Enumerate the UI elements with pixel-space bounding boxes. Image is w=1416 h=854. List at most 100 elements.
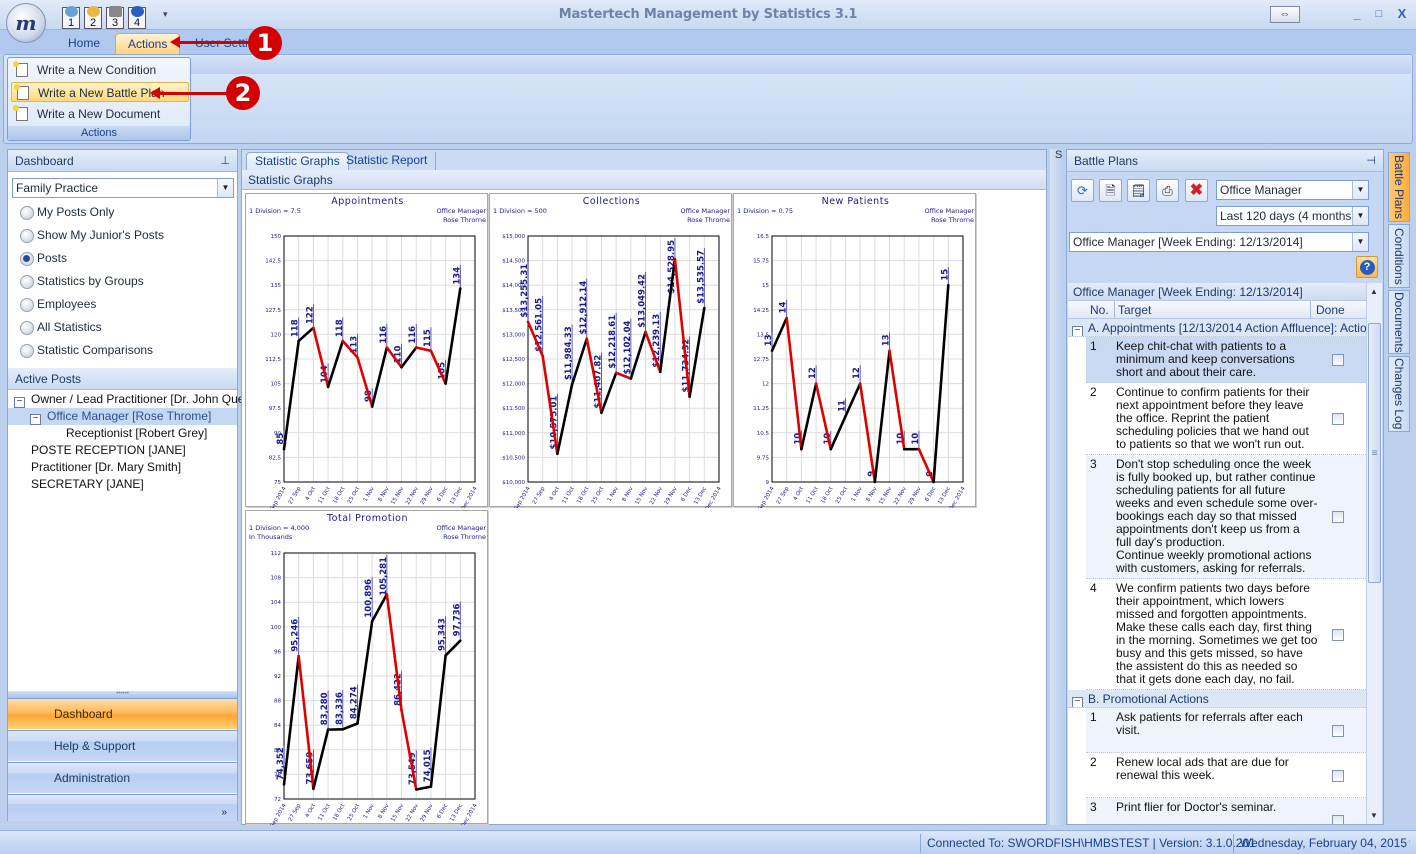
task-target: We confirm patients two days before thei… [1116,581,1318,686]
new-plan-button[interactable]: 🗎 [1099,179,1122,202]
group-row[interactable]: − B. Promotional Actions [1068,690,1366,708]
y-tick-label: 112.5 [265,357,281,363]
collapse-icon[interactable]: − [1072,697,1083,707]
task-row[interactable]: 3 Print flier for Doctor's seminar. [1086,798,1366,824]
task-row[interactable]: 1 Ask patients for referrals after each v… [1086,708,1366,753]
pin-icon[interactable]: ⊥ [220,150,230,172]
done-checkbox[interactable] [1332,769,1344,782]
active-posts-tree: − Owner / Lead Practitioner [Dr. John Que… [8,391,248,493]
minimize-button[interactable]: _ [1349,6,1365,22]
nav-more-icon[interactable]: » [221,808,227,818]
x-tick-label: 11 Oct [561,485,576,505]
done-checkbox[interactable] [1332,511,1344,523]
practice-select[interactable]: Family Practice ▼ [12,178,234,198]
radio-show-my-junior-s-posts[interactable]: Show My Junior's Posts [20,226,164,244]
app-menu-button[interactable]: m [6,3,46,43]
x-tick-label: 1 Nov [607,485,621,502]
scrollbar-thumb[interactable]: ≡ [1368,323,1381,583]
collapse-icon[interactable]: − [1072,326,1083,336]
grid-scrollbar[interactable]: ▲ ≡ ▼ [1366,283,1382,824]
dashboard-header: Dashboard ⊥ [8,150,237,172]
series-segment [629,330,647,380]
range-select[interactable]: Last 120 days (4 months) ▼ [1216,206,1369,226]
done-checkbox[interactable] [1332,814,1344,824]
nav-dashboard[interactable]: Dashboard [8,698,237,729]
pin-icon[interactable]: ⊣ [1366,150,1376,172]
radio-statistics-by-groups[interactable]: Statistics by Groups [20,272,144,290]
division-label: 1 Division = 4,000 [249,524,309,532]
scroll-down-icon[interactable]: ▼ [1370,811,1378,820]
chart-appointments[interactable]: Appointments 1 Division = 7.5 Office Manag… [245,193,488,508]
collapse-icon[interactable]: − [30,414,41,425]
chevron-down-icon[interactable]: ▼ [1352,233,1368,251]
post-select[interactable]: Office Manager ▼ [1216,180,1369,200]
done-checkbox[interactable] [1332,354,1344,366]
task-row[interactable]: 3 Don't stop scheduling once the week is … [1086,455,1366,579]
done-checkbox[interactable] [1332,628,1344,641]
chevron-down-icon[interactable]: ▼ [217,179,233,197]
delete-button[interactable]: ✖ [1185,179,1208,202]
y-tick-label: $12,500 [502,357,525,363]
side-tab-battle-plans[interactable]: Battle Plans [1388,152,1410,222]
tree-item[interactable]: SECRETARY [JANE] [8,476,237,493]
write-condition-formula-button[interactable]: Write a New Condition Formula [11,60,189,97]
task-number: 2 [1090,755,1097,769]
write-document-button[interactable]: Write a New Document [11,104,189,124]
column-done[interactable]: Done [1310,301,1345,319]
series-segment [341,722,359,731]
chart-total-promotion[interactable]: Total Promotion 1 Division = 4,000 In Thou… [245,510,488,825]
chart-new-patients[interactable]: New Patients 1 Division = 0.75 Office Mana… [733,193,976,508]
resize-grip-icon[interactable]: ⋰ [1402,839,1411,850]
collapse-icon[interactable]: − [14,397,25,408]
tree-item[interactable]: − Office Manager [Rose Throme] [8,408,237,425]
x-tick-label: 8 Nov [621,485,635,502]
y-tick-label: 88 [274,699,281,705]
tree-item[interactable]: Practitioner [Dr. Mary Smith] [8,459,237,476]
radio-all-statistics[interactable]: All Statistics [20,318,102,336]
radio-employees[interactable]: Employees [20,295,96,313]
nav-splitter[interactable]: •••••• [8,691,237,698]
task-row[interactable]: 1 Keep chit-chat with patients to a minim… [1086,337,1366,383]
side-tab-documents[interactable]: Documents [1388,290,1410,354]
statistics-pane: Statistic Graphs Statistic Report Statis… [241,149,1047,825]
series-segment [444,639,462,657]
help-button[interactable]: ? [1356,256,1378,278]
radio-statistic-comparisons[interactable]: Statistic Comparisons [20,341,153,359]
data-label: 118 [335,319,345,337]
column-target[interactable]: Target [1118,301,1151,319]
nav-help-support[interactable]: Help & Support [8,730,237,761]
print-button[interactable]: ⎙ [1156,179,1179,202]
done-checkbox[interactable] [1332,724,1344,737]
chevron-down-icon[interactable]: ▼ [1352,207,1368,225]
tree-item[interactable]: POSTE RECEPTION [JANE] [8,442,237,459]
tree-item[interactable]: Receptionist [Robert Grey] [8,425,237,442]
task-row[interactable]: 2 Continue to confirm patients for their … [1086,383,1366,455]
tab-statistic-graphs[interactable]: Statistic Graphs [246,152,349,170]
radio-my-posts-only[interactable]: My Posts Only [20,203,114,221]
scroll-up-icon[interactable]: ▲ [1370,287,1378,296]
edit-plan-button[interactable]: 🗒 [1127,179,1150,202]
tab-statistic-report[interactable]: Statistic Report [338,152,437,170]
task-row[interactable]: 4 We confirm patients two days before the… [1086,579,1366,690]
pane-splitter[interactable] [1050,149,1064,825]
nav-administration[interactable]: Administration [8,762,237,793]
data-label: $13,255.31 [520,264,530,318]
column-no[interactable]: No. [1090,301,1115,319]
task-row[interactable]: 2 Renew local ads that are due for renewa… [1086,753,1366,798]
tree-item[interactable]: − Owner / Lead Practitioner [Dr. John Que… [8,391,248,408]
refresh-button[interactable]: ⟳ [1071,179,1094,202]
maximize-button[interactable]: □ [1371,6,1387,22]
chart-collections[interactable]: Collections 1 Division = 500 Office Manage… [489,193,732,508]
owner-post: Office Manager [924,207,974,215]
side-tab-changes-log[interactable]: Changes Log [1388,356,1410,432]
owner-name: Rose Throrne [443,533,486,541]
layout-toggle-button[interactable]: ⇔ [1270,6,1300,23]
group-row[interactable]: − A. Appointments [12/13/2014 Action Affl… [1068,319,1366,337]
chevron-down-icon[interactable]: ▼ [1352,181,1368,199]
close-button[interactable]: X [1394,6,1410,22]
done-checkbox[interactable] [1332,413,1344,425]
side-tab-conditions[interactable]: Conditions [1388,224,1410,288]
plan-select[interactable]: Office Manager [Week Ending: 12/13/2014]… [1069,232,1369,252]
radio-posts[interactable]: Posts [20,249,67,267]
tab-home[interactable]: Home [56,33,112,55]
